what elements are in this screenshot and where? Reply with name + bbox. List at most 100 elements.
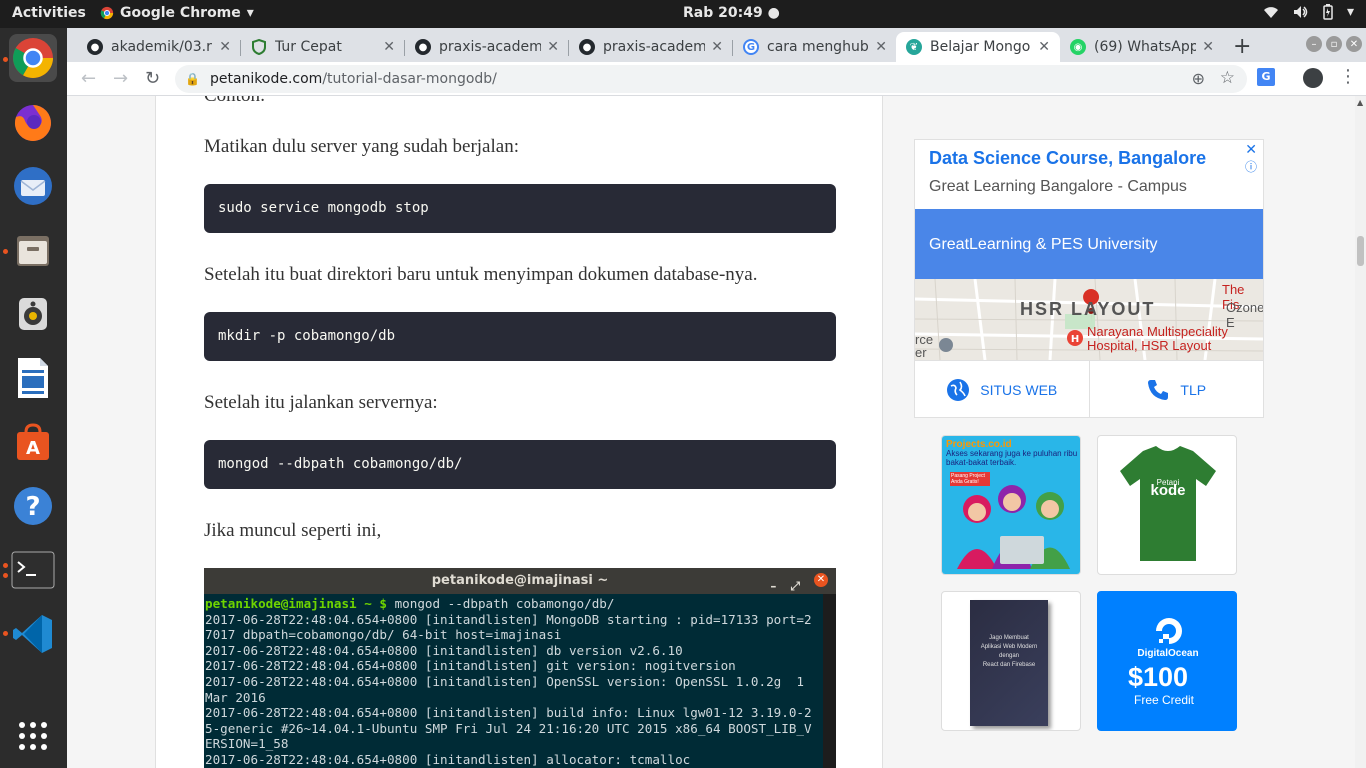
address-bar[interactable]: 🔒 petanikode.com/tutorial-dasar-mongodb/… <box>175 65 1247 93</box>
dock-software[interactable]: A <box>9 418 57 466</box>
page-scrollbar[interactable]: ▲ <box>1355 96 1366 768</box>
tab-0[interactable]: ● akademik/03.r ✕ <box>77 32 241 62</box>
terminal-output: petanikode@imajinasi ~ $ mongod --dbpath… <box>204 594 823 768</box>
chrome-icon <box>100 6 114 20</box>
terminal-icon <box>11 551 55 589</box>
tab-title: (69) WhatsApp <box>1094 39 1197 55</box>
promo-digitalocean[interactable]: DigitalOcean $100 Free Credit <box>1097 591 1237 731</box>
do-brand: DigitalOcean <box>1137 648 1199 659</box>
lock-icon[interactable]: 🔒 <box>185 72 200 86</box>
ad-subline: Great Learning Bangalore - Campus <box>929 178 1187 195</box>
system-menu-chevron-icon: ▾ <box>1346 4 1354 20</box>
translate-icon[interactable]: G <box>1257 68 1275 86</box>
code-block[interactable]: sudo service mongodb stop <box>204 184 836 233</box>
system-tray[interactable]: ▾ <box>1263 4 1354 20</box>
new-tab-button[interactable]: + <box>1233 34 1251 59</box>
dock-writer[interactable] <box>9 354 57 402</box>
terminal-line: Mar 2016 <box>205 689 266 705</box>
forward-button[interactable]: → <box>113 68 128 89</box>
svg-text:?: ? <box>25 492 40 522</box>
scroll-up-icon[interactable]: ▲ <box>1357 98 1363 107</box>
dock-vscode[interactable] <box>9 610 57 658</box>
scrollbar-thumb[interactable] <box>1357 236 1364 266</box>
call-button[interactable]: TLP <box>1088 361 1264 418</box>
ad-banner-text: GreatLearning & PES University <box>929 236 1158 253</box>
maximize-button[interactable]: ▫ <box>1326 36 1342 52</box>
promo-projects[interactable]: Projects.co.id Akses sekarang juga ke pu… <box>941 435 1081 575</box>
terminal-line: 2017-06-28T22:48:04.654+0800 [initandlis… <box>205 611 812 627</box>
add-circle-icon[interactable]: ⊕ <box>1192 69 1205 88</box>
reload-button[interactable]: ↻ <box>145 68 160 89</box>
dock-firefox[interactable] <box>9 98 57 146</box>
system-top-bar: Activities Google Chrome ▾ Rab 20:49 ● ▾ <box>0 0 1366 28</box>
shield-icon <box>251 39 267 55</box>
tab-strip: ● akademik/03.r ✕ Tur Cepat ✕ ● praxis-a… <box>67 28 1366 62</box>
show-applications-button[interactable] <box>9 712 57 760</box>
terminal-line: ERSION=1_58 <box>205 736 289 752</box>
dock-chrome[interactable] <box>9 34 57 82</box>
tab-4[interactable]: G cara menghub ✕ <box>733 32 897 62</box>
bookmark-star-icon[interactable]: ☆ <box>1220 68 1235 88</box>
ad-headline[interactable]: Data Science Course, Bangalore <box>929 148 1206 169</box>
dock-rhythmbox[interactable] <box>9 290 57 338</box>
minimize-button[interactable]: – <box>1306 36 1322 52</box>
clock[interactable]: Rab 20:49 ● <box>683 5 780 21</box>
info-icon[interactable]: ⓘ <box>1245 158 1257 175</box>
paragraph: Setelah itu jalankan servernya: <box>204 392 438 413</box>
close-icon[interactable]: ✕ <box>547 39 559 55</box>
tab-6[interactable]: ◉ (69) WhatsApp ✕ <box>1060 32 1224 62</box>
back-button[interactable]: ← <box>81 68 96 89</box>
running-indicator <box>3 57 8 62</box>
tab-2[interactable]: ● praxis-academ ✕ <box>405 32 569 62</box>
close-window-button[interactable]: ✕ <box>1346 36 1362 52</box>
promo-ebook[interactable]: Jago Membuat Aplikasi Web Modern dengan … <box>941 591 1081 731</box>
app-name: Google Chrome <box>120 5 241 21</box>
dock-thunderbird[interactable] <box>9 162 57 210</box>
promo-text: Akses sekarang juga ke puluhan ribu baka… <box>946 449 1078 467</box>
ad-map[interactable]: H HSR LAYOUT Narayana Multispeciality Hos… <box>915 279 1263 360</box>
minimize-icon: – <box>770 579 777 593</box>
close-icon[interactable]: ✕ <box>711 39 723 55</box>
tab-1[interactable]: Tur Cepat ✕ <box>241 32 405 62</box>
ad-banner[interactable]: GreatLearning & PES University <box>915 209 1263 279</box>
terminal-scrollbar <box>823 594 836 768</box>
close-icon[interactable]: ✕ <box>1038 39 1050 55</box>
code-block[interactable]: mkdir -p cobamongo/db <box>204 312 836 361</box>
code-block[interactable]: mongod --dbpath cobamongo/db/ <box>204 440 836 489</box>
close-icon[interactable]: ✕ <box>875 39 887 55</box>
terminal-titlebar: petanikode@imajinasi ~ – ⤢ ✕ <box>204 568 836 594</box>
website-label: SITUS WEB <box>980 381 1058 398</box>
close-icon[interactable]: ✕ <box>1245 142 1257 158</box>
url-host: petanikode.com <box>209 71 323 87</box>
svg-text:H: H <box>1071 334 1079 345</box>
close-icon[interactable]: ✕ <box>219 39 231 55</box>
app-menu[interactable]: Google Chrome ▾ <box>100 5 254 21</box>
article-body: Contoh: Matikan dulu server yang sudah b… <box>155 96 883 768</box>
tab-3[interactable]: ● praxis-academ ✕ <box>569 32 733 62</box>
terminal-line: 2017-06-28T22:48:04.654+0800 [initandlis… <box>205 658 736 674</box>
promo-tshirt[interactable]: Petani kode <box>1097 435 1237 575</box>
github-icon: ● <box>87 39 103 55</box>
map-place-line: Hospital, HSR Layout <box>1087 338 1212 353</box>
google-icon: G <box>743 39 759 55</box>
dock-terminal[interactable] <box>9 546 57 594</box>
activities-button[interactable]: Activities <box>12 5 86 21</box>
dock-files[interactable] <box>9 226 57 274</box>
website-button[interactable]: SITUS WEB <box>915 361 1089 418</box>
close-icon[interactable]: ✕ <box>383 39 395 55</box>
close-icon[interactable]: ✕ <box>1202 39 1214 55</box>
maximize-icon: ⤢ <box>790 579 800 593</box>
speaker-icon <box>19 298 47 330</box>
sidebar-ad[interactable]: Data Science Course, Bangalore Great Lea… <box>914 139 1264 418</box>
profile-avatar-icon[interactable] <box>1303 68 1323 88</box>
terminal-line: 2017-06-28T22:48:04.654+0800 [initandlis… <box>205 642 683 658</box>
do-credit: Free Credit <box>1134 693 1195 707</box>
more-menu-icon[interactable]: ⋮ <box>1339 66 1357 87</box>
tshirt-image <box>1120 446 1216 561</box>
help-icon: ? <box>14 487 52 525</box>
phone-icon <box>1148 379 1169 400</box>
tab-title: akademik/03.r <box>111 39 212 55</box>
web-page: Contoh: Matikan dulu server yang sudah b… <box>67 96 1355 768</box>
dock-help[interactable]: ? <box>9 482 57 530</box>
tab-5-active[interactable]: ❦ Belajar Mongo ✕ <box>896 32 1060 62</box>
